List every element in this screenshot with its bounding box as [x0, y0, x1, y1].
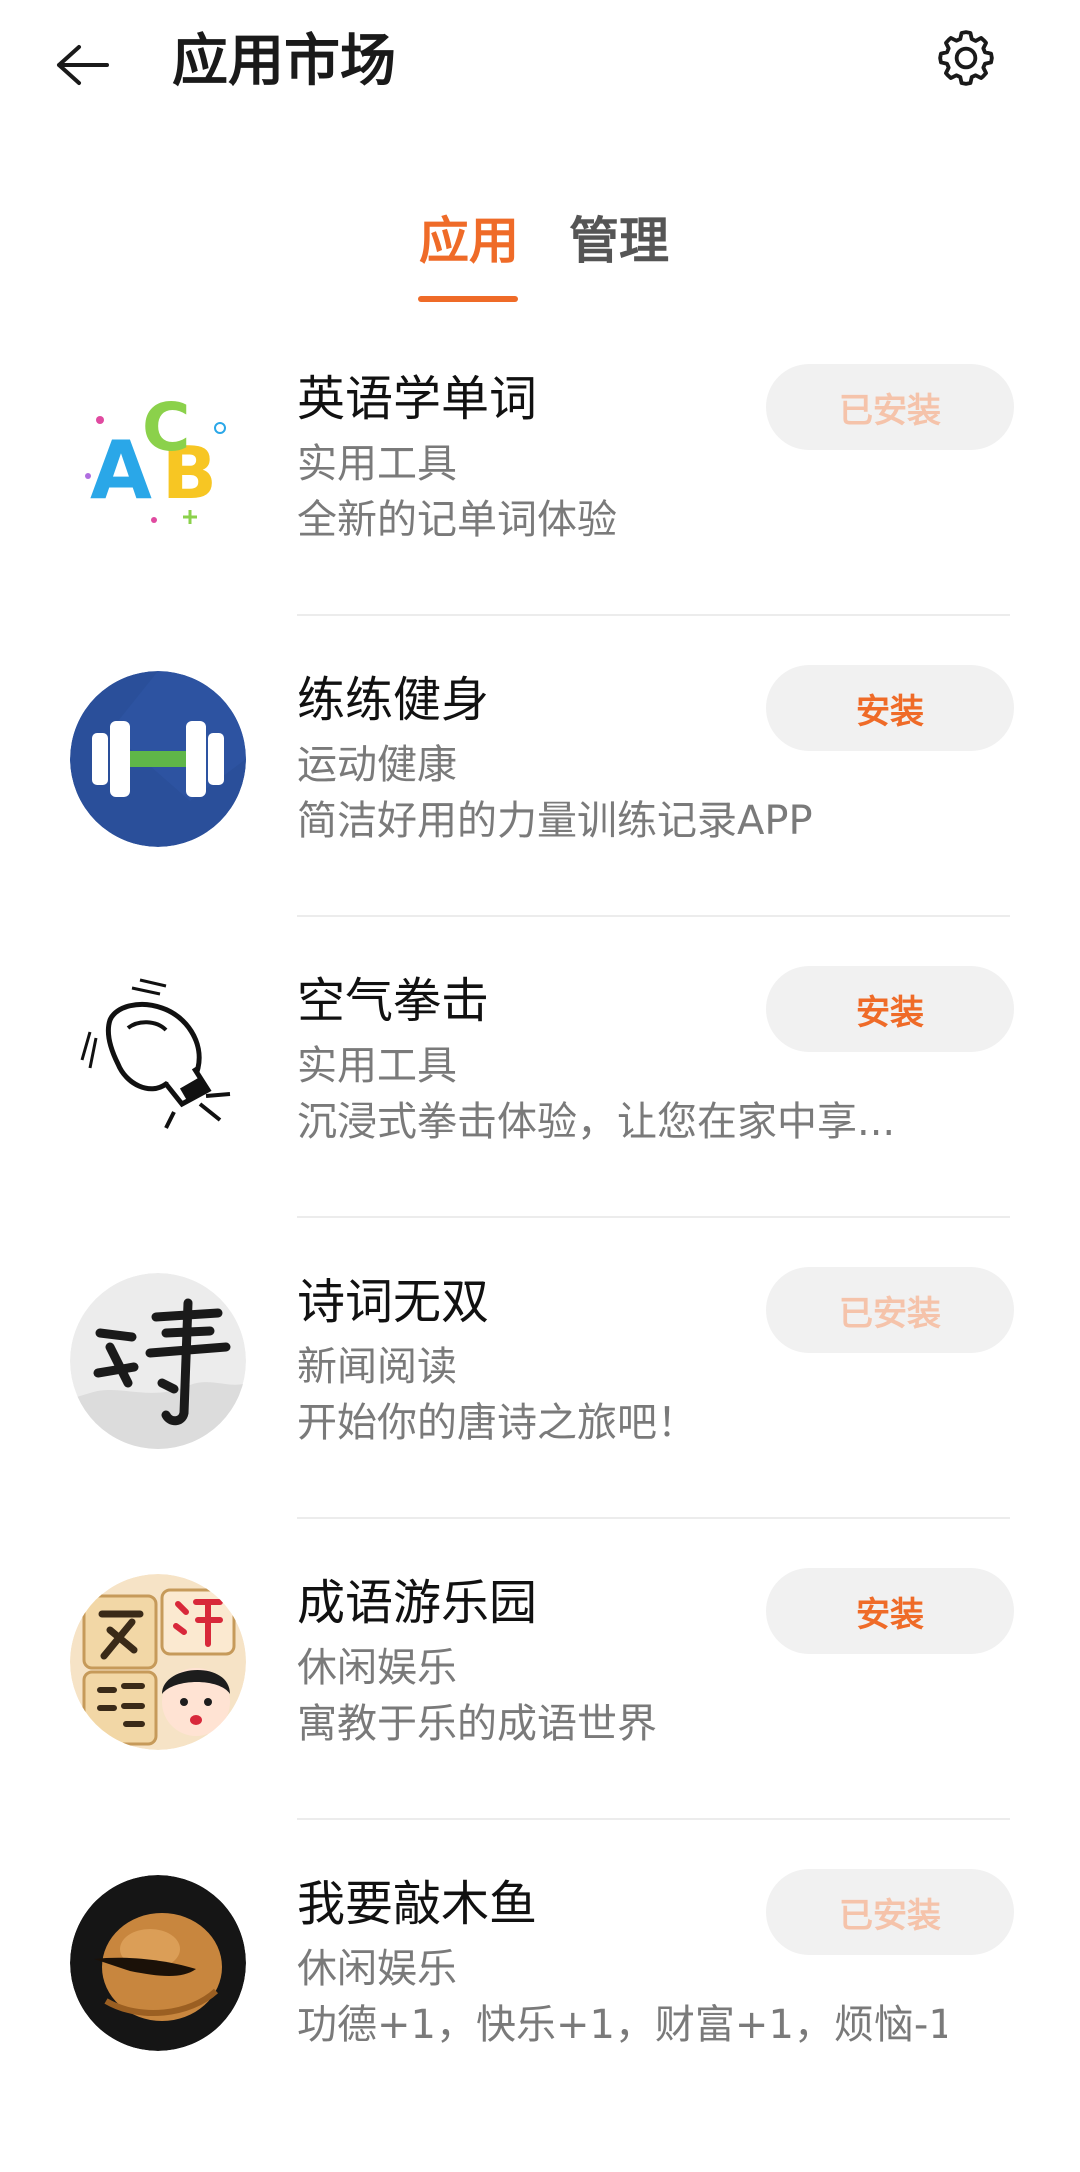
dumbbell-icon [70, 671, 246, 847]
page-title: 应用市场 [172, 29, 396, 94]
app-name: 空气拳击 [297, 973, 490, 1029]
app-category: 实用工具 [297, 441, 457, 487]
divider [297, 915, 1010, 917]
app-name: 练练健身 [297, 672, 490, 728]
installed-button[interactable]: 已安装 [766, 1267, 1014, 1353]
list-item[interactable]: 我要敲木鱼 休闲娱乐 功德+1，快乐+1，财富+1，烦恼-1 已安装 [0, 1869, 1080, 2172]
app-name: 我要敲木鱼 [297, 1876, 538, 1932]
tab-bar: 应用 管理 [0, 200, 1080, 310]
app-description: 开始你的唐诗之旅吧！ [297, 1400, 697, 1446]
app-description: 简洁好用的力量训练记录APP [297, 798, 813, 844]
install-button[interactable]: 安装 [766, 966, 1014, 1052]
app-category: 休闲娱乐 [297, 1645, 457, 1691]
settings-button[interactable] [928, 20, 1004, 96]
arrow-left-icon [57, 45, 109, 85]
app-name: 诗词无双 [297, 1274, 490, 1330]
app-category: 运动健康 [297, 742, 457, 788]
divider [297, 614, 1010, 616]
tab-manage[interactable]: 管理 [569, 206, 669, 276]
divider [297, 1517, 1010, 1519]
install-button[interactable]: 安装 [766, 1568, 1014, 1654]
divider [297, 1216, 1010, 1218]
app-description: 沉浸式拳击体验，让您在家中享... [297, 1099, 896, 1145]
install-button[interactable]: 安装 [766, 665, 1014, 751]
svg-text:C: C [142, 389, 190, 466]
poem-calligraphy-icon [70, 1273, 246, 1449]
divider [297, 1818, 1010, 1820]
list-item[interactable]: 诗词无双 新闻阅读 开始你的唐诗之旅吧！ 已安装 [0, 1267, 1080, 1570]
boxing-glove-icon [70, 972, 246, 1148]
app-category: 休闲娱乐 [297, 1946, 457, 1992]
app-category: 新闻阅读 [297, 1344, 457, 1390]
app-description: 功德+1，快乐+1，财富+1，烦恼-1 [297, 2002, 947, 2048]
list-item[interactable]: A B C 英语学单词 实用工具 全新的记单词体验 已安装 [0, 364, 1080, 667]
gear-icon [938, 30, 994, 86]
installed-button[interactable]: 已安装 [766, 364, 1014, 450]
list-item[interactable]: 成语游乐园 休闲娱乐 寓教于乐的成语世界 安装 [0, 1568, 1080, 1871]
wooden-fish-icon [70, 1875, 246, 2051]
app-description: 全新的记单词体验 [297, 497, 617, 543]
app-description: 寓教于乐的成语世界 [297, 1701, 657, 1747]
tab-apps[interactable]: 应用 [419, 206, 519, 276]
tab-indicator [418, 296, 518, 302]
back-button[interactable] [40, 22, 126, 108]
installed-button[interactable]: 已安装 [766, 1869, 1014, 1955]
app-category: 实用工具 [297, 1043, 457, 1089]
app-name: 成语游乐园 [297, 1575, 538, 1631]
list-item[interactable]: 空气拳击 实用工具 沉浸式拳击体验，让您在家中享... 安装 [0, 966, 1080, 1269]
abc-letters-icon: A B C [70, 370, 246, 546]
app-list: A B C 英语学单词 实用工具 全新的记单词体验 已安装 练练健身 运动健康 … [0, 364, 1080, 2172]
list-item[interactable]: 练练健身 运动健康 简洁好用的力量训练记录APP 安装 [0, 665, 1080, 968]
idiom-game-icon [70, 1574, 246, 1750]
app-bar: 应用市场 [0, 0, 1080, 130]
app-name: 英语学单词 [297, 371, 538, 427]
